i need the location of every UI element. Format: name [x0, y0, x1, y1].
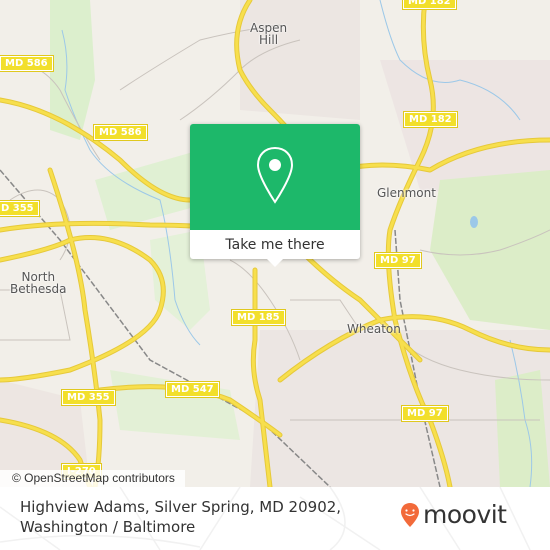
shield-md97-south: MD 97: [401, 405, 449, 422]
map[interactable]: MD 586 MD 586 MD 182 MD 182 MD 355 MD 97…: [0, 0, 550, 487]
popup-header: [190, 124, 360, 230]
shield-md547: MD 547: [165, 381, 220, 398]
shield-md182: MD 182: [403, 111, 458, 128]
shield-md586-west: MD 586: [0, 55, 54, 72]
moovit-pin-icon: [401, 502, 419, 527]
shield-md355-south: MD 355: [61, 389, 116, 406]
shield-md97-north: MD 97: [374, 252, 422, 269]
osm-attribution[interactable]: © OpenStreetMap contributors: [0, 470, 185, 487]
map-pin-icon: [256, 146, 294, 204]
place-label-aspen-hill: Aspen Hill: [250, 21, 288, 47]
address-line-1: Highview Adams, Silver Spring, MD 20902,: [20, 498, 342, 516]
shield-md355-north: MD 355: [0, 200, 40, 217]
shield-md185: MD 185: [231, 309, 286, 326]
address: Highview Adams, Silver Spring, MD 20902,…: [20, 497, 341, 537]
shield-md182-north: MD 182: [402, 0, 457, 10]
place-label-glenmont: Glenmont: [377, 186, 436, 200]
place-label-wheaton: Wheaton: [347, 322, 401, 336]
place-label-north-bethesda: North Bethesda: [10, 270, 67, 296]
location-popup: Take me there: [190, 124, 360, 267]
take-me-there-button[interactable]: Take me there: [190, 230, 360, 259]
moovit-wordmark: moovit: [423, 500, 507, 529]
popup-pointer: [267, 259, 283, 267]
address-line-2: Washington / Baltimore: [20, 518, 196, 536]
moovit-logo[interactable]: moovit: [400, 500, 507, 529]
shield-md586-center: MD 586: [93, 124, 148, 141]
footer: Highview Adams, Silver Spring, MD 20902,…: [0, 487, 550, 550]
